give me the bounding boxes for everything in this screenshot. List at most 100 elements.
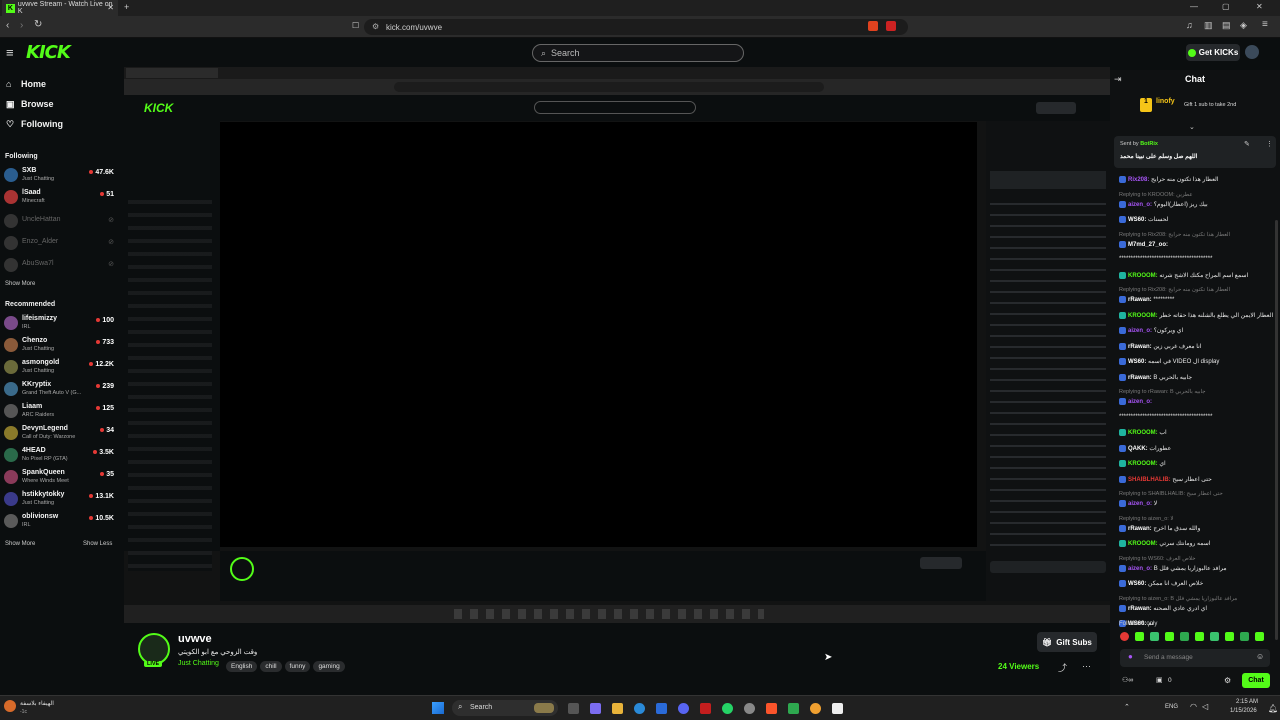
tag[interactable]: English xyxy=(226,661,258,672)
chat-username[interactable]: Rix208: xyxy=(1128,177,1149,183)
chat-message[interactable]: KROOOM: اسمع اسم المراح مكتك الاشج شرته xyxy=(1119,271,1248,279)
more-options-icon[interactable]: ⋯ xyxy=(1082,661,1091,672)
channel-name[interactable]: uvwve xyxy=(178,633,212,645)
chest-icon[interactable]: ▣ xyxy=(1156,676,1163,684)
wallet-icon[interactable]: ▤ xyxy=(1222,20,1231,31)
chat-username[interactable]: aizen_o: xyxy=(1128,202,1152,208)
chat-username[interactable]: WS60: xyxy=(1128,359,1146,365)
emote-icon[interactable] xyxy=(1135,632,1144,641)
emote-icon[interactable] xyxy=(1225,632,1234,641)
reload-icon[interactable]: ↻ xyxy=(34,19,42,30)
chat-username[interactable]: aizen_o: xyxy=(1128,399,1152,405)
chat-message[interactable]: KROOOM: اسمه رومانتك سرتي xyxy=(1119,540,1210,547)
chat-input[interactable]: ● Send a message ☺ xyxy=(1120,649,1270,667)
emote-icon[interactable] xyxy=(1195,632,1204,641)
chat-username[interactable]: KROOOM: xyxy=(1128,313,1158,319)
vpn-icon[interactable]: ◈ xyxy=(1240,20,1247,31)
clock-date[interactable]: 1/15/2026 xyxy=(1230,708,1257,714)
obs-icon[interactable] xyxy=(744,703,755,714)
chat-username[interactable]: KROOOM: xyxy=(1128,461,1158,467)
show-less-recommended[interactable]: Show Less xyxy=(83,541,112,547)
brave-shield-icon[interactable] xyxy=(868,21,878,31)
chat-message[interactable]: rRawan: والله سدق ما اخرج xyxy=(1119,524,1200,532)
chat-message[interactable]: QAKK: عطورات xyxy=(1119,444,1171,452)
volume-icon[interactable]: ◁ xyxy=(1202,702,1208,711)
hamburger-menu-icon[interactable]: ≡ xyxy=(6,45,14,60)
chat-username[interactable]: rRawan: xyxy=(1128,606,1152,612)
new-tab-icon[interactable]: + xyxy=(124,2,129,12)
chat-message[interactable]: WS60: خلاص العرف انا ممكن xyxy=(1119,580,1203,587)
chat-message[interactable]: rRawan: B جابيه بالحربي xyxy=(1119,373,1192,381)
chat-username[interactable]: rRawan: xyxy=(1128,297,1152,303)
chat-message[interactable]: aizen_o: xyxy=(1119,398,1152,405)
user-avatar[interactable] xyxy=(1245,45,1259,59)
chat-username[interactable]: aizen_o: xyxy=(1128,501,1152,507)
emote-icon[interactable] xyxy=(1165,632,1174,641)
chat-message[interactable]: KROOOM: العطار الايمن الي يطلع بالشلنه ه… xyxy=(1119,311,1273,319)
close-window-icon[interactable]: ✕ xyxy=(1256,2,1263,11)
sidebar-toggle-icon[interactable]: ▥ xyxy=(1204,20,1213,31)
wifi-icon[interactable]: ◠ xyxy=(1190,702,1197,711)
maximize-icon[interactable]: ▢ xyxy=(1222,2,1230,11)
chat-username[interactable]: SHAIBLHALIB: xyxy=(1128,477,1171,483)
chat-username[interactable]: rRawan: xyxy=(1128,375,1152,381)
kick-logo[interactable]: KICK xyxy=(26,42,71,63)
chat-message[interactable]: rRawan: انا معرف غربي زين xyxy=(1119,342,1201,350)
chat-username[interactable]: KROOOM: xyxy=(1128,273,1158,279)
share-icon[interactable]: ⤴ xyxy=(1058,661,1067,674)
chat-message[interactable]: rRawan: اي ادري عادي الصحنه xyxy=(1119,604,1207,612)
collapse-chat-icon[interactable]: ⇥ xyxy=(1114,74,1122,85)
chat-username[interactable]: rRawan: xyxy=(1128,344,1152,350)
url-field[interactable]: ⚙ kick.com/uvwve xyxy=(364,19,908,35)
discord-icon[interactable] xyxy=(678,703,689,714)
sidebar-channel-kkryptix[interactable]: KKryptix Grand Theft Auto V (G... 239 xyxy=(4,381,118,399)
chat-username[interactable]: WS60: xyxy=(1128,217,1146,223)
back-icon[interactable]: ‹ xyxy=(6,20,9,31)
get-kicks-button[interactable]: Get KICKs xyxy=(1186,44,1240,61)
sidebar-channel-lsaad[interactable]: lSaad Minecraft 51 xyxy=(4,189,118,207)
browser-tab[interactable]: K uvwve Stream - Watch Live on K ✕ xyxy=(2,0,118,16)
sidebar-channel-hstikkytokky[interactable]: hstikkytokky Just Chatting 13.1K xyxy=(4,491,118,509)
emote-icon[interactable] xyxy=(1240,632,1249,641)
weather-icon[interactable] xyxy=(4,700,16,712)
channel-points-icon[interactable]: ⚇∞ xyxy=(1122,676,1133,684)
chat-username[interactable]: aizen_o: xyxy=(1128,328,1152,334)
search-input[interactable]: ⌕ Search xyxy=(532,44,744,62)
chat-username[interactable]: QAKK: xyxy=(1128,446,1148,452)
sidebar-channel-oblivionsw[interactable]: oblivionsw IRL 10.5K xyxy=(4,513,118,531)
chat-username[interactable]: KROOOM: xyxy=(1128,430,1158,436)
send-chat-button[interactable]: Chat xyxy=(1242,673,1270,688)
copilot-icon[interactable] xyxy=(590,703,601,714)
chat-settings-icon[interactable]: ⚙ xyxy=(1224,676,1231,685)
minimize-icon[interactable]: — xyxy=(1190,2,1198,11)
video-player[interactable] xyxy=(220,122,977,547)
tag[interactable]: gaming xyxy=(313,661,345,672)
notepad-icon[interactable] xyxy=(832,703,843,714)
sidebar-channel-unclehattan[interactable]: UncleHattan ⊘ xyxy=(4,213,118,231)
chat-scrollbar[interactable] xyxy=(1275,220,1278,640)
edge-icon[interactable] xyxy=(634,703,645,714)
chat-message[interactable]: aizen_o: B مرافد عالبوزاريا يمشي فلل xyxy=(1119,564,1227,572)
app-icon[interactable] xyxy=(788,703,799,714)
chat-message[interactable]: M7md_27_oo: xyxy=(1119,240,1168,248)
media-icon[interactable]: ♫ xyxy=(1186,20,1193,30)
top-gifter-name[interactable]: linofy xyxy=(1156,98,1175,105)
chat-message[interactable]: KROOOM: اب xyxy=(1119,429,1167,436)
chat-message[interactable]: aizen_o: اي ويركون؟ xyxy=(1119,327,1183,334)
chat-message[interactable]: aizen_o: لا xyxy=(1119,500,1157,507)
chat-message[interactable]: SHAIBLHALIB: حتى اعطار سيح xyxy=(1119,475,1212,483)
tab-close-icon[interactable]: ✕ xyxy=(107,3,114,12)
emote-icon[interactable] xyxy=(1120,632,1129,641)
language-indicator[interactable]: ENG xyxy=(1165,704,1178,710)
forward-icon[interactable]: › xyxy=(20,20,23,31)
sidebar-channel-chenzo[interactable]: Chenzo Just Chatting 733 xyxy=(4,337,118,355)
emoji-icon[interactable]: ☺ xyxy=(1256,652,1264,661)
sidebar-channel-asmongold[interactable]: asmongold Just Chatting 12.2K xyxy=(4,359,118,377)
chat-message[interactable]: aizen_o: بيك ريز (اعطار)اليوم؟ xyxy=(1119,200,1208,208)
sidebar-channel-lifeismizzy[interactable]: lifeismizzy IRL 100 xyxy=(4,315,118,333)
sidebar-channel-enzo-alder[interactable]: Enzo_Alder ⊘ xyxy=(4,235,118,253)
app-icon[interactable] xyxy=(700,703,711,714)
chat-username[interactable]: KROOOM: xyxy=(1128,541,1158,547)
emote-icon[interactable] xyxy=(1150,632,1159,641)
chat-message[interactable]: KROOOM: اي xyxy=(1119,460,1166,467)
